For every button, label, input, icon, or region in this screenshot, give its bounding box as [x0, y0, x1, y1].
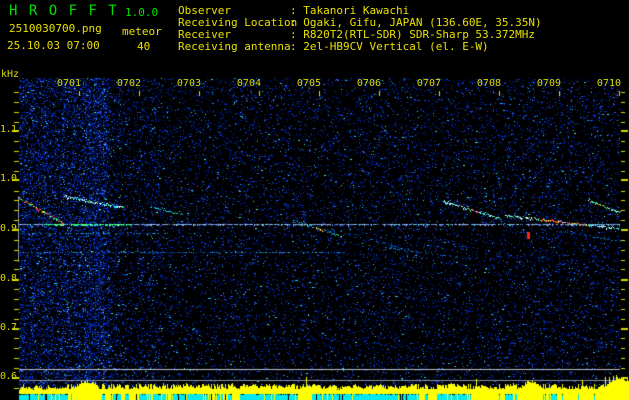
- info-row-antenna: Receiving antenna: 2el-HB9CV Vertical (e…: [178, 40, 542, 53]
- y-axis-label-0.6: 0.6: [0, 371, 17, 382]
- info-row-observer: Observer: Takanori Kawachi: [178, 4, 542, 17]
- echo-count: 40: [137, 40, 151, 53]
- y-axis-label-1.0: 1.0: [0, 173, 17, 184]
- x-axis-label-0704: 0704: [236, 78, 261, 89]
- y-axis-label-0.9: 0.9: [0, 223, 17, 234]
- mode-label: meteor: [122, 25, 162, 38]
- spectrogram-canvas: [0, 0, 629, 400]
- x-axis-label-0703: 0703: [176, 78, 201, 89]
- output-filename: 2510030700.png: [9, 22, 102, 35]
- info-label: Receiving antenna: [178, 40, 291, 53]
- station-info: Observer: Takanori Kawachi Receiving Loc…: [178, 4, 542, 53]
- y-axis-label-0.7: 0.7: [0, 322, 17, 333]
- x-axis-label-0705: 0705: [296, 78, 321, 89]
- hrofft-window: H R O F F T 1.0.0 2510030700.png meteor …: [0, 0, 629, 400]
- y-axis-label-0.8: 0.8: [0, 273, 17, 284]
- info-value: 2el-HB9CV Vertical (el. E-W): [303, 40, 489, 53]
- info-row-receiver: Receiver: R820T2(RTL-SDR) SDR-Sharp 53.3…: [178, 28, 542, 41]
- info-separator: :: [290, 40, 304, 53]
- info-row-location: Receiving Location: Ogaki, Gifu, JAPAN (…: [178, 16, 542, 29]
- x-axis-label-0708: 0708: [476, 78, 501, 89]
- x-axis-label-0710: 0710: [596, 78, 621, 89]
- x-axis-label-0701: 0701: [56, 78, 81, 89]
- y-axis-label-1.1: 1.1: [0, 124, 17, 135]
- frame-datetime: 25.10.03 07:00: [7, 39, 100, 52]
- x-axis-label-0706: 0706: [356, 78, 381, 89]
- y-axis-unit: kHz: [1, 69, 20, 80]
- app-version: 1.0.0: [125, 6, 159, 19]
- x-axis-label-0707: 0707: [416, 78, 441, 89]
- app-title: H R O F F T: [9, 3, 119, 19]
- x-axis-label-0702: 0702: [116, 78, 141, 89]
- x-axis-label-0709: 0709: [536, 78, 561, 89]
